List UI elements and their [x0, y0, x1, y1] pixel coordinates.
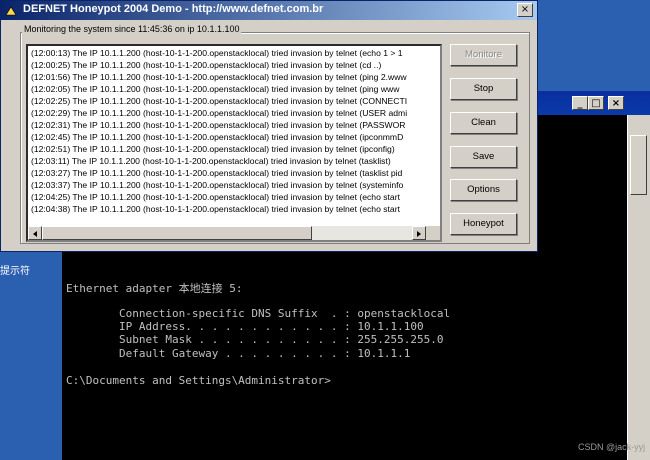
app-icon [5, 4, 17, 16]
honeypot-button[interactable]: Honeypot [450, 213, 517, 235]
list-item: (12:02:25) The IP 10.1.1.200 (host-10-1-… [31, 96, 408, 106]
window-title: DEFNET Honeypot 2004 Demo - http://www.d… [23, 3, 324, 15]
watermark: CSDN @jack-yyj [578, 442, 646, 452]
list-item: (12:00:25) The IP 10.1.1.200 (host-10-1-… [31, 60, 382, 70]
save-button[interactable]: Save [450, 146, 517, 168]
list-item: (12:00:13) The IP 10.1.1.200 (host-10-1-… [31, 48, 403, 58]
console-line: Subnet Mask . . . . . . . . . . . : 255.… [66, 333, 444, 346]
desktop-label: 提示符 [0, 266, 30, 277]
clean-button[interactable]: Clean [450, 112, 517, 134]
console-scrollbar[interactable] [627, 115, 650, 460]
status-text: Monitoring the system since 11:45:36 on … [22, 24, 242, 34]
list-item: (12:02:45) The IP 10.1.1.200 (host-10-1-… [31, 132, 404, 142]
console-line: Ethernet adapter 本地连接 5: [66, 282, 243, 295]
list-item: (12:04:38) The IP 10.1.1.200 (host-10-1-… [31, 204, 400, 214]
list-item: (12:02:31) The IP 10.1.1.200 (host-10-1-… [31, 120, 406, 130]
scrollbar-thumb[interactable] [630, 135, 647, 195]
scroll-right-button[interactable] [412, 226, 426, 240]
stop-button[interactable]: Stop [450, 78, 517, 100]
list-item: (12:03:27) The IP 10.1.1.200 (host-10-1-… [31, 168, 403, 178]
scroll-left-button[interactable] [28, 226, 42, 240]
monitore-button[interactable]: Monitore [450, 44, 517, 66]
console-line: Default Gateway . . . . . . . . . : 10.1… [66, 347, 411, 360]
maximize-button[interactable]: □ [588, 96, 604, 110]
list-item: (12:01:56) The IP 10.1.1.200 (host-10-1-… [31, 72, 407, 82]
console-prompt[interactable]: C:\Documents and Settings\Administrator> [66, 374, 331, 387]
list-item: (12:03:37) The IP 10.1.1.200 (host-10-1-… [31, 180, 404, 190]
close-icon[interactable]: × [517, 3, 533, 17]
list-item: (12:03:11) The IP 10.1.1.200 (host-10-1-… [31, 156, 391, 166]
close-button[interactable]: × [608, 96, 624, 110]
options-button[interactable]: Options [450, 179, 517, 201]
log-hscrollbar[interactable] [28, 226, 426, 240]
list-item: (12:02:51) The IP 10.1.1.200 (host-10-1-… [31, 144, 395, 154]
scrollbar-thumb[interactable] [42, 226, 312, 240]
window-titlebar[interactable]: DEFNET Honeypot 2004 Demo - http://www.d… [1, 1, 537, 20]
console-line: IP Address. . . . . . . . . . . . : 10.1… [66, 320, 424, 333]
list-item: (12:02:29) The IP 10.1.1.200 (host-10-1-… [31, 108, 408, 118]
log-list[interactable]: (12:00:13) The IP 10.1.1.200 (host-10-1-… [26, 44, 442, 242]
minimize-button[interactable]: _ [572, 96, 588, 110]
list-item: (12:04:25) The IP 10.1.1.200 (host-10-1-… [31, 192, 400, 202]
scrollbar-corner [426, 226, 440, 240]
console-line: Connection-specific DNS Suffix . : opens… [66, 307, 451, 320]
list-item: (12:02:05) The IP 10.1.1.200 (host-10-1-… [31, 84, 400, 94]
